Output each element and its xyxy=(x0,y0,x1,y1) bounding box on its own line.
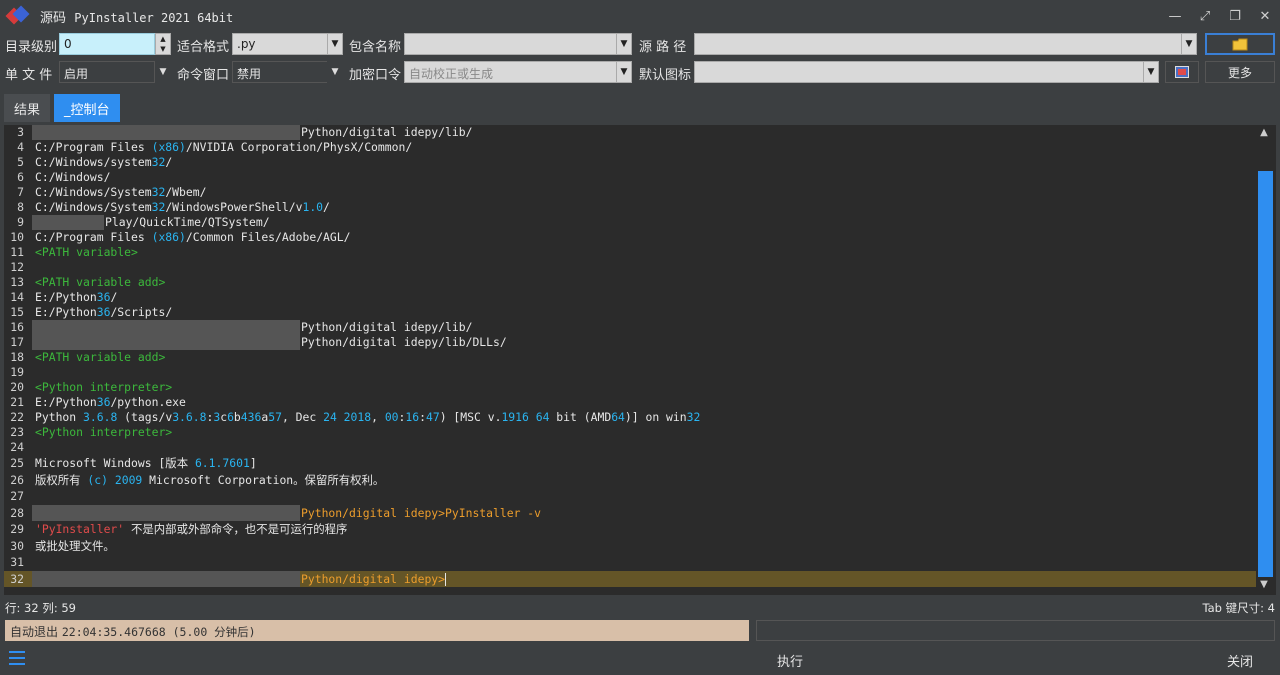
chevron-down-icon[interactable]: ▼ xyxy=(155,61,171,83)
include-label: 包含名称 xyxy=(349,40,402,55)
default-icon-select[interactable] xyxy=(694,61,1144,83)
console-line: 7 C:/Windows/System32/Wbem/ xyxy=(17,185,207,199)
console-line: 8 C:/Windows/System32/WindowsPowerShell/v… xyxy=(17,200,330,214)
bottom-bar: 执行 关闭 xyxy=(0,645,1280,675)
console-line: 5 C:/Windows/system32/ xyxy=(17,155,173,169)
dir-level-spinner[interactable]: ▲ ▼ xyxy=(155,33,171,55)
console-window-select[interactable]: 禁用 xyxy=(232,61,328,83)
console-line: 23 <Python interpreter> xyxy=(10,425,173,439)
scrollbar-thumb[interactable] xyxy=(1258,171,1273,577)
dir-level-input[interactable]: 0 xyxy=(59,33,155,55)
console-output[interactable]: 3 Python/digital idepy/lib/ 4 C:/Program F… xyxy=(4,125,1276,595)
auto-exit-label: 自动退出 xyxy=(10,625,59,639)
scroll-down-icon[interactable]: ▼ xyxy=(1256,579,1272,593)
editor-status: 行: 32 列: 59 Tab 键尺寸: 4 xyxy=(0,600,1280,616)
console-line: 14 E:/Python36/ xyxy=(10,290,118,304)
console-line: 15 E:/Python36/Scripts/ xyxy=(10,305,173,319)
console-line: 17 Python/digital idepy/lib/DLLs/ xyxy=(10,335,507,350)
hamburger-menu-icon[interactable] xyxy=(9,651,25,667)
folder-icon xyxy=(1232,38,1248,50)
console-current-line[interactable]: 32 Python/digital idepy> xyxy=(4,570,1256,587)
chevron-down-icon[interactable]: ▼ xyxy=(327,33,343,55)
pick-icon-button[interactable] xyxy=(1165,61,1199,83)
options-row-2: 单 文 件 启用 ▼ 命令窗口 禁用 ▼ 加密口令 自动校正或生成 ▼ 默认图标… xyxy=(0,61,1280,85)
close-button[interactable]: 关闭 xyxy=(1210,649,1270,671)
chevron-down-icon[interactable]: ▼ xyxy=(1181,33,1197,55)
chevron-down-icon[interactable]: ▼ xyxy=(616,33,632,55)
console-scrollbar[interactable]: ▲ ▼ xyxy=(1256,125,1276,595)
console-line: 20 <Python interpreter> xyxy=(10,380,173,394)
dir-level-label: 目录级别 xyxy=(5,40,58,55)
console-line: 28 Python/digital idepy>PyInstaller -v xyxy=(10,504,542,521)
console-line: 9 Play/QuickTime/QTSystem/ xyxy=(17,215,270,230)
tab-size: Tab 键尺寸: 4 xyxy=(1202,601,1275,615)
console-line: 4 C:/Program Files (x86)/NVIDIA Corporati… xyxy=(17,140,413,154)
console-line: 24 xyxy=(10,440,24,454)
window-title-prefix: 源码 xyxy=(40,10,67,26)
onefile-select[interactable]: 启用 xyxy=(59,61,155,83)
include-select[interactable] xyxy=(404,33,617,55)
browse-folder-button[interactable] xyxy=(1205,33,1275,55)
console-line: 12 xyxy=(10,260,24,274)
console-line: 6 C:/Windows/ xyxy=(17,170,111,184)
console-line: 26 版权所有 (c) 2009 Microsoft Corporation。保留… xyxy=(10,472,385,487)
auto-exit-time: 22:04:35.467668 (5.00 分钟后) xyxy=(61,625,256,639)
console-line: 13 <PATH variable add> xyxy=(10,275,166,289)
window-title: 源码 PyInstaller 2021 64bit xyxy=(40,7,233,26)
console-line: 22 Python 3.6.8 (tags/v3.6.8:3c6b436a57, … xyxy=(10,410,701,424)
source-path-select[interactable] xyxy=(694,33,1182,55)
console-line: 16 Python/digital idepy/lib/ xyxy=(10,320,473,335)
fullscreen-icon[interactable]: ⤢ xyxy=(1190,0,1220,32)
format-label: 适合格式 xyxy=(177,40,230,55)
encrypt-key-input[interactable]: 自动校正或生成 xyxy=(404,61,617,83)
window-title-app: PyInstaller 2021 64bit xyxy=(74,10,234,25)
chevron-down-icon[interactable]: ▼ xyxy=(327,61,343,83)
console-line: 3 Python/digital idepy/lib/ xyxy=(17,125,473,140)
more-button[interactable]: 更多 xyxy=(1205,61,1275,83)
source-path-label: 源 路 径 xyxy=(639,40,687,55)
onefile-label: 单 文 件 xyxy=(5,68,53,83)
tab-console[interactable]: _控制台 xyxy=(54,94,120,122)
scroll-up-icon[interactable]: ▲ xyxy=(1256,127,1272,141)
chevron-down-icon[interactable]: ▼ xyxy=(616,61,632,83)
chevron-down-icon[interactable]: ▼ xyxy=(1143,61,1159,83)
encrypt-key-label: 加密口令 xyxy=(349,68,402,83)
console-line: 29 'PyInstaller' 不是内部或外部命令，也不是可运行的程序 xyxy=(10,522,348,536)
console-line: 27 xyxy=(10,489,24,503)
auto-exit-bar: 自动退出 22:04:35.467668 (5.00 分钟后) xyxy=(5,620,749,641)
cursor-position: 行: 32 列: 59 xyxy=(5,601,76,615)
title-bar: 源码 PyInstaller 2021 64bit — ⤢ ❐ ✕ xyxy=(0,0,1280,32)
console-line: 11 <PATH variable> xyxy=(10,245,138,259)
tab-bar: 结果 _控制台 xyxy=(4,94,124,122)
restore-icon[interactable]: ❐ xyxy=(1220,0,1250,32)
console-line: 30 或批处理文件。 xyxy=(10,538,115,553)
tab-results[interactable]: 结果 xyxy=(4,94,51,122)
options-row-1: 目录级别 0 ▲ ▼ 适合格式 .py ▼ 包含名称 ▼ 源 路 径 ▼ xyxy=(0,33,1280,57)
auto-exit-panel xyxy=(756,620,1275,641)
format-select[interactable]: .py xyxy=(232,33,328,55)
console-line: 25 Microsoft Windows [版本 6.1.7601] xyxy=(10,456,257,470)
text-cursor xyxy=(445,572,447,586)
app-logo-icon xyxy=(5,5,30,26)
spin-up-icon[interactable]: ▲ xyxy=(156,34,170,44)
console-line: 31 xyxy=(10,555,24,569)
default-icon-label: 默认图标 xyxy=(639,68,692,83)
execute-button[interactable]: 执行 xyxy=(760,649,820,671)
console-line: 18 <PATH variable add> xyxy=(10,350,166,364)
minimize-icon[interactable]: — xyxy=(1160,0,1190,32)
spin-down-icon[interactable]: ▼ xyxy=(156,44,170,54)
image-icon xyxy=(1175,66,1189,78)
close-icon[interactable]: ✕ xyxy=(1250,0,1280,32)
console-line: 19 xyxy=(10,365,24,379)
console-line: 10 C:/Program Files (x86)/Common Files/Ad… xyxy=(10,230,351,244)
console-line: 21 E:/Python36/python.exe xyxy=(10,395,186,409)
console-window-label: 命令窗口 xyxy=(177,68,230,83)
